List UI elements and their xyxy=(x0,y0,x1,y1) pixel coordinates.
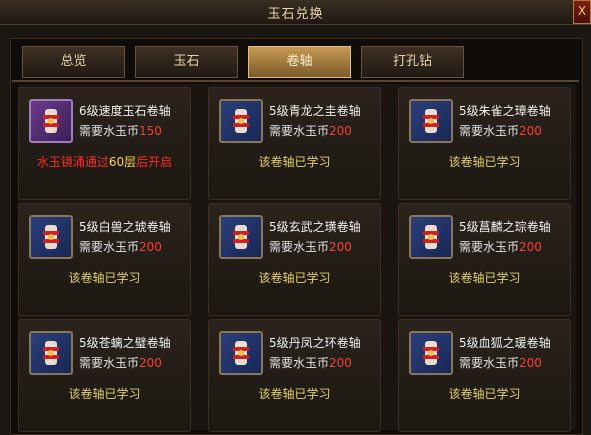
tab-bar: 总览 玉石 卷轴 打孔钻 xyxy=(22,46,464,80)
tab-scrolls[interactable]: 卷轴 xyxy=(248,46,351,78)
scroll-price: 需要水玉币200 xyxy=(459,240,542,254)
scroll-card[interactable]: 5级白兽之琥卷轴 需要水玉币200 该卷轴已学习 xyxy=(18,203,191,316)
scroll-status: 该卷轴已学习 xyxy=(68,271,141,285)
scroll-price: 需要水玉币200 xyxy=(459,124,542,138)
scroll-icon[interactable] xyxy=(409,215,453,259)
scroll-name: 5级青龙之圭卷轴 xyxy=(269,104,361,118)
scroll-price: 需要水玉币200 xyxy=(79,240,162,254)
scroll-card[interactable]: 5级玄武之璜卷轴 需要水玉币200 该卷轴已学习 xyxy=(208,203,381,316)
scroll-status: 该卷轴已学习 xyxy=(448,155,521,169)
tab-drill[interactable]: 打孔钻 xyxy=(361,46,464,78)
scroll-icon[interactable] xyxy=(29,99,73,143)
scroll-icon[interactable] xyxy=(29,215,73,259)
scroll-status: 该卷轴已学习 xyxy=(448,271,521,285)
scroll-name: 5级玄武之璜卷轴 xyxy=(269,220,361,234)
scroll-price: 需要水玉币150 xyxy=(79,124,162,138)
scroll-status: 该卷轴已学习 xyxy=(258,271,331,285)
scroll-card[interactable]: 5级青龙之圭卷轴 需要水玉币200 该卷轴已学习 xyxy=(208,87,381,200)
scroll-name: 5级朱雀之璋卷轴 xyxy=(459,104,551,118)
scroll-card[interactable]: 6级速度玉石卷轴 需要水玉币150 水玉镜涌通过60层后开启 xyxy=(18,87,191,200)
scroll-status: 该卷轴已学习 xyxy=(258,155,331,169)
tab-overview[interactable]: 总览 xyxy=(22,46,125,78)
scroll-icon[interactable] xyxy=(219,215,263,259)
scroll-status: 该卷轴已学习 xyxy=(258,387,331,401)
scroll-price: 需要水玉币200 xyxy=(459,356,542,370)
scroll-price: 需要水玉币200 xyxy=(269,124,352,138)
scroll-name: 5级白兽之琥卷轴 xyxy=(79,220,171,234)
scroll-price: 需要水玉币200 xyxy=(269,240,352,254)
scroll-name: 5级苍螭之璧卷轴 xyxy=(79,336,171,350)
scroll-card[interactable]: 5级菖麟之琮卷轴 需要水玉币200 该卷轴已学习 xyxy=(398,203,571,316)
scroll-icon[interactable] xyxy=(29,331,73,375)
close-button[interactable]: X xyxy=(573,0,591,24)
scroll-grid: 6级速度玉石卷轴 需要水玉币150 水玉镜涌通过60层后开启 5级青龙之圭卷轴 … xyxy=(18,84,576,432)
tab-jade[interactable]: 玉石 xyxy=(135,46,238,78)
scroll-name: 6级速度玉石卷轴 xyxy=(79,104,171,118)
scroll-name: 5级丹凤之环卷轴 xyxy=(269,336,361,350)
scroll-price: 需要水玉币200 xyxy=(269,356,352,370)
scroll-status: 该卷轴已学习 xyxy=(448,387,521,401)
scroll-icon[interactable] xyxy=(409,99,453,143)
scroll-name: 5级菖麟之琮卷轴 xyxy=(459,220,551,234)
scroll-icon[interactable] xyxy=(219,99,263,143)
title-bar: 玉石兑换 X xyxy=(0,0,591,25)
scroll-icon[interactable] xyxy=(409,331,453,375)
scroll-status: 该卷轴已学习 xyxy=(68,387,141,401)
scroll-price: 需要水玉币200 xyxy=(79,356,162,370)
scroll-card[interactable]: 5级朱雀之璋卷轴 需要水玉币200 该卷轴已学习 xyxy=(398,87,571,200)
scroll-card[interactable]: 5级丹凤之环卷轴 需要水玉币200 该卷轴已学习 xyxy=(208,319,381,432)
scroll-icon[interactable] xyxy=(219,331,263,375)
scroll-name: 5级血狐之瑗卷轴 xyxy=(459,336,551,350)
scroll-status: 水玉镜涌通过60层后开启 xyxy=(36,155,173,169)
scroll-card[interactable]: 5级苍螭之璧卷轴 需要水玉币200 该卷轴已学习 xyxy=(18,319,191,432)
tab-divider xyxy=(12,80,579,82)
scroll-card[interactable]: 5级血狐之瑗卷轴 需要水玉币200 该卷轴已学习 xyxy=(398,319,571,432)
window-title: 玉石兑换 xyxy=(267,7,324,22)
